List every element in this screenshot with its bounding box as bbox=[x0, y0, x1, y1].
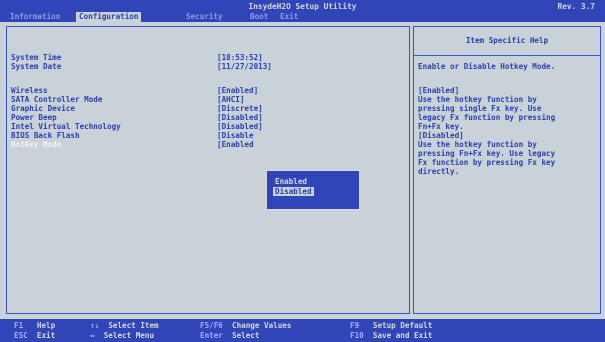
tab-security[interactable]: Security bbox=[186, 12, 223, 22]
setup-utility-title: InsydeH2O Setup Utility bbox=[248, 2, 357, 11]
key-f9: F9 bbox=[350, 321, 360, 330]
hotkey-change-values: F5/F6 Change Values bbox=[200, 321, 291, 330]
hotkey-label: Select bbox=[232, 331, 260, 340]
setting-label-hotkey-mode: HotKey Mode bbox=[11, 140, 62, 149]
hotkey-setup-default: F9 Setup Default bbox=[350, 321, 432, 330]
hotkey-label: Exit bbox=[36, 331, 56, 340]
hotkey-exit: ESC Exit bbox=[14, 331, 55, 340]
hotkey-select: Enter Select bbox=[200, 331, 259, 340]
hotkey-label: Change Values bbox=[232, 321, 292, 330]
key-f10: F10 bbox=[350, 331, 364, 340]
title-bar: InsydeH2O Setup Utility Rev. 3.7 Informa… bbox=[0, 0, 605, 22]
setting-value-hotkey-mode[interactable]: [Enabled bbox=[217, 140, 254, 149]
help-title: Item Specific Help bbox=[414, 27, 600, 56]
setting-label-wireless: Wireless bbox=[11, 86, 48, 95]
setting-value-graphic-device[interactable]: [Discrete] bbox=[217, 104, 263, 113]
setting-value-wireless[interactable]: [Enabled] bbox=[217, 86, 258, 95]
tab-information[interactable]: Information bbox=[10, 12, 60, 22]
help-line: legacy Fx function by pressing bbox=[418, 113, 556, 122]
setting-value-bios-back-flash[interactable]: [Disable bbox=[217, 131, 254, 140]
help-line: pressing single Fx key. Use bbox=[418, 104, 542, 113]
popup-option-disabled[interactable]: Disabled bbox=[273, 187, 314, 196]
tab-configuration[interactable]: Configuration bbox=[76, 12, 142, 22]
help-line: Fx function by pressing Fx key bbox=[418, 158, 556, 167]
hotkey-label: Help bbox=[36, 321, 56, 330]
tab-boot[interactable]: Boot bbox=[250, 12, 268, 22]
key-enter: Enter bbox=[200, 331, 223, 340]
setting-label-intel-vt: Intel Virtual Technology bbox=[11, 122, 121, 131]
setting-value-sata-mode[interactable]: [AHCI] bbox=[217, 95, 244, 104]
setting-label-bios-back-flash: BIOS Back Flash bbox=[11, 131, 80, 140]
tab-exit[interactable]: Exit bbox=[280, 12, 298, 22]
help-line: [Disabled] bbox=[418, 131, 464, 140]
key-f5-f6: F5/F6 bbox=[200, 321, 223, 330]
setting-label-system-date: System Date bbox=[11, 62, 62, 71]
popup-option-enabled[interactable]: Enabled bbox=[275, 177, 307, 186]
help-line: Enable or Disable Hotkey Mode. bbox=[418, 62, 556, 71]
key-f1: F1 bbox=[14, 321, 24, 330]
revision-label: Rev. 3.7 bbox=[557, 2, 595, 11]
key-esc: ESC bbox=[14, 331, 28, 340]
hotkey-label: Select Menu bbox=[103, 331, 155, 340]
setting-value-power-beep[interactable]: [Disabled] bbox=[217, 113, 263, 122]
hotkey-select-item: ↑↓ Select Item bbox=[90, 321, 159, 330]
hotkey-save-exit: F10 Save and Exit bbox=[350, 331, 432, 340]
help-line: Use the hotkey function by bbox=[418, 140, 537, 149]
help-line: pressing Fn+Fx key. Use legacy bbox=[418, 149, 556, 158]
setting-value-system-time[interactable]: [18:53:52] bbox=[217, 53, 263, 62]
setting-label-sata-mode: SATA Controller Mode bbox=[11, 95, 103, 104]
setting-label-graphic-device: Graphic Device bbox=[11, 104, 76, 113]
help-line: Use the hotkey function by bbox=[418, 95, 537, 104]
help-line: Fn+Fx key. bbox=[418, 122, 464, 131]
hotkey-label: Select Item bbox=[108, 321, 159, 330]
setting-value-system-date[interactable]: [11/27/2013] bbox=[217, 62, 272, 71]
help-panel: Item Specific Help Enable or Disable Hot… bbox=[413, 26, 601, 314]
key-up-down: ↑↓ bbox=[90, 321, 100, 330]
hotkey-label: Save and Exit bbox=[372, 331, 433, 340]
setting-label-power-beep: Power Beep bbox=[11, 113, 57, 122]
hotkey-label: Setup Default bbox=[372, 321, 433, 330]
hotkey-help: F1 Help bbox=[14, 321, 55, 330]
key-left-right: ↔ bbox=[90, 331, 95, 340]
key-legend-bar: F1 Help ↑↓ Select Item F5/F6 Change Valu… bbox=[0, 319, 605, 342]
main-area: System Time [18:53:52] System Date [11/2… bbox=[4, 24, 601, 316]
setting-label-system-time: System Time bbox=[11, 53, 62, 62]
option-popup: Enabled Disabled bbox=[266, 170, 360, 210]
hotkey-select-menu: ↔ Select Menu bbox=[90, 331, 154, 340]
setting-value-intel-vt[interactable]: [Disabled] bbox=[217, 122, 263, 131]
help-line: directly. bbox=[418, 167, 460, 176]
help-line: [Enabled] bbox=[418, 86, 460, 95]
